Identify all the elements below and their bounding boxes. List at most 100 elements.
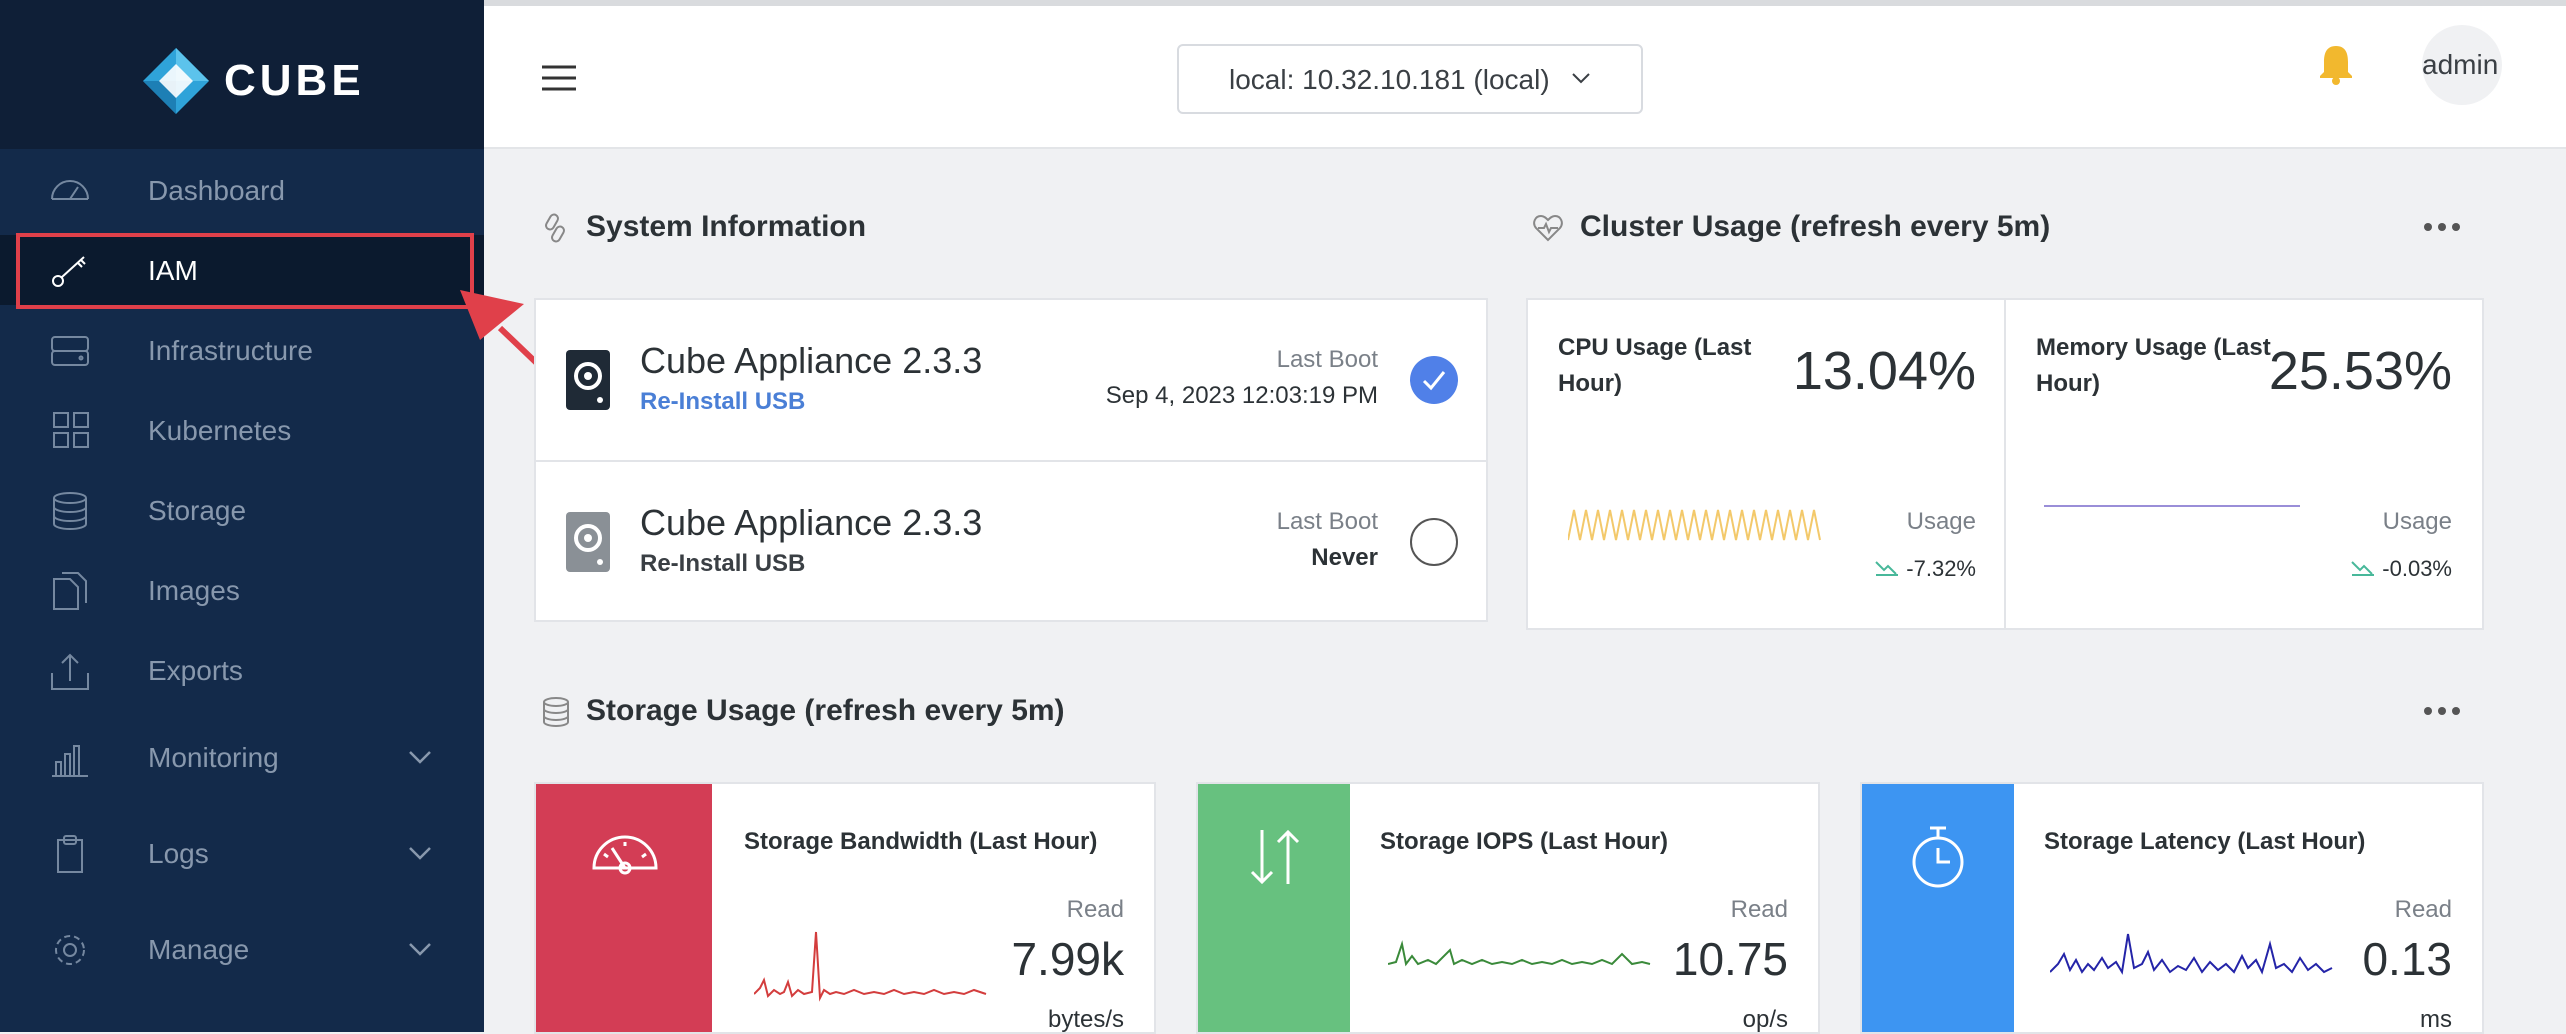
sidebar-item-label: Dashboard: [148, 175, 285, 206]
server-icon: [51, 336, 89, 366]
clipboard-icon: [57, 835, 83, 873]
sidebar-item-label: Monitoring: [148, 742, 279, 773]
cpu-usage-card: CPU Usage (Last Hour) 13.04% Usage -7.32…: [1526, 298, 2008, 630]
storage-bandwidth-title: Storage Bandwidth (Last Hour): [744, 828, 1098, 855]
read-label: Read: [1730, 896, 1788, 923]
storage-usage-title: Storage Usage (refresh every 5m): [586, 694, 1065, 727]
sidebar-item-exports[interactable]: Exports: [0, 635, 484, 705]
more-options-icon[interactable]: [2422, 704, 2462, 718]
reinstall-usb-link[interactable]: Re-Install USB: [640, 388, 805, 416]
sidebar-item-label: Kubernetes: [148, 415, 292, 446]
boot-radio[interactable]: [1410, 518, 1458, 566]
chevron-down-icon[interactable]: [404, 744, 436, 768]
card-accent: [1862, 784, 2014, 1032]
chevron-down-icon[interactable]: [404, 840, 436, 864]
gauge-icon: [592, 835, 658, 875]
sidebar-item-label: Infrastructure: [148, 335, 313, 366]
iops-sparkline: [1388, 940, 1651, 967]
sidebar-item-monitoring[interactable]: Monitoring: [0, 722, 484, 792]
brand-header: CUBE: [0, 0, 484, 149]
memory-usage-value: 25.53%: [2268, 341, 2452, 401]
usage-delta: -0.03%: [2350, 556, 2452, 582]
cpu-sparkline: [1568, 509, 1821, 541]
storage-bandwidth-card: Storage Bandwidth (Last Hour) Read 7.99k…: [534, 782, 1156, 1034]
latency-value: 0.13: [2362, 933, 2452, 985]
read-label: Read: [1066, 896, 1124, 923]
server-selector-value: local: 10.32.10.181 (local): [1229, 64, 1550, 95]
cpu-usage-title: CPU Usage (Last Hour): [1558, 334, 1752, 397]
highlight-annotation-box: [16, 233, 474, 309]
cluster-usage-title: Cluster Usage (refresh every 5m): [1580, 210, 2051, 243]
username: admin: [2422, 49, 2499, 80]
iops-value: 10.75: [1672, 933, 1788, 985]
latency-sparkline: [2050, 933, 2333, 975]
latency-unit: ms: [2420, 1006, 2452, 1033]
storage-latency-title: Storage Latency (Last Hour): [2044, 828, 2366, 855]
hamburger-menu-icon[interactable]: [540, 64, 578, 92]
card-accent: [1198, 784, 1350, 1032]
boot-entry[interactable]: Cube Appliance 2.3.3 Re-Install USB Last…: [534, 298, 1488, 462]
appliance-name: Cube Appliance 2.3.3: [640, 340, 983, 381]
sidebar-item-label: Images: [148, 575, 240, 606]
grid-icon: [53, 412, 89, 448]
cpu-usage-value: 13.04%: [1792, 341, 1976, 401]
database-icon: [543, 697, 569, 727]
bell-icon[interactable]: [2316, 42, 2356, 86]
memory-usage-title: Memory Usage (Last Hour): [2036, 334, 2271, 397]
appliance-name: Cube Appliance 2.3.3: [640, 502, 983, 543]
speedometer-icon: [51, 180, 89, 200]
sidebar-item-images[interactable]: Images: [0, 555, 484, 625]
sidebar-item-label: Storage: [148, 495, 247, 526]
user-avatar[interactable]: admin: [2422, 25, 2502, 105]
upload-icon: [51, 653, 89, 690]
bandwidth-sparkline: [754, 931, 987, 1002]
arrows-updown-icon: [1250, 829, 1300, 885]
card-accent: [536, 784, 712, 1032]
disk-icon: [566, 512, 610, 572]
files-icon: [53, 572, 87, 610]
memory-sparkline: [2044, 505, 2300, 507]
last-boot-label: Last Boot: [1276, 508, 1378, 535]
sidebar-item-dashboard[interactable]: Dashboard: [0, 155, 484, 225]
sidebar-item-label: Manage: [148, 934, 250, 965]
brand-name: CUBE: [224, 56, 365, 105]
cube-logo-icon: [143, 48, 209, 114]
trend-down-icon: [2351, 561, 2375, 576]
more-options-icon[interactable]: [2422, 220, 2462, 234]
server-selector[interactable]: local: 10.32.10.181 (local): [1177, 44, 1643, 114]
bar-chart-icon: [52, 745, 88, 777]
last-boot-label: Last Boot: [1276, 346, 1378, 373]
bandwidth-unit: bytes/s: [1047, 1006, 1124, 1033]
last-boot-value: Sep 4, 2023 12:03:19 PM: [1105, 382, 1378, 409]
sidebar-item-label: Exports: [148, 655, 243, 686]
sidebar-item-infrastructure[interactable]: Infrastructure: [0, 315, 484, 385]
sidebar-item-label: Logs: [148, 838, 209, 869]
storage-iops-card: Storage IOPS (Last Hour) Read 10.75 op/s: [1196, 782, 1820, 1034]
sidebar-item-logs[interactable]: Logs: [0, 818, 484, 888]
usage-label: Usage: [1906, 508, 1976, 535]
boot-radio-selected[interactable]: [1410, 356, 1458, 404]
disk-icon: [566, 350, 610, 410]
system-information-title: System Information: [586, 210, 867, 243]
database-icon: [53, 492, 87, 530]
trend-down-icon: [1875, 561, 1899, 576]
heart-pulse-icon: [1533, 214, 1563, 242]
iops-unit: op/s: [1742, 1006, 1788, 1033]
boot-entry[interactable]: Cube Appliance 2.3.3 Re-Install USB Last…: [534, 460, 1488, 622]
reinstall-usb-link[interactable]: Re-Install USB: [640, 550, 805, 578]
sidebar: CUBE Dashboard IAM Infrastructure Kubern…: [0, 0, 484, 1032]
usage-label: Usage: [2382, 508, 2452, 535]
last-boot-value: Never: [1311, 544, 1378, 571]
memory-usage-card: Memory Usage (Last Hour) 25.53% Usage -0…: [2004, 298, 2484, 630]
usage-delta: -7.32%: [1874, 556, 1976, 582]
sidebar-item-manage[interactable]: Manage: [0, 914, 484, 984]
sidebar-item-storage[interactable]: Storage: [0, 475, 484, 545]
gear-icon: [55, 935, 85, 965]
read-label: Read: [2394, 896, 2452, 923]
chevron-down-icon: [1572, 73, 1590, 84]
storage-latency-card: Storage Latency (Last Hour) Read 0.13 ms: [1860, 782, 2484, 1034]
chevron-down-icon[interactable]: [404, 936, 436, 960]
link-icon: [545, 213, 565, 243]
check-icon: [1422, 371, 1446, 391]
sidebar-item-kubernetes[interactable]: Kubernetes: [0, 395, 484, 465]
